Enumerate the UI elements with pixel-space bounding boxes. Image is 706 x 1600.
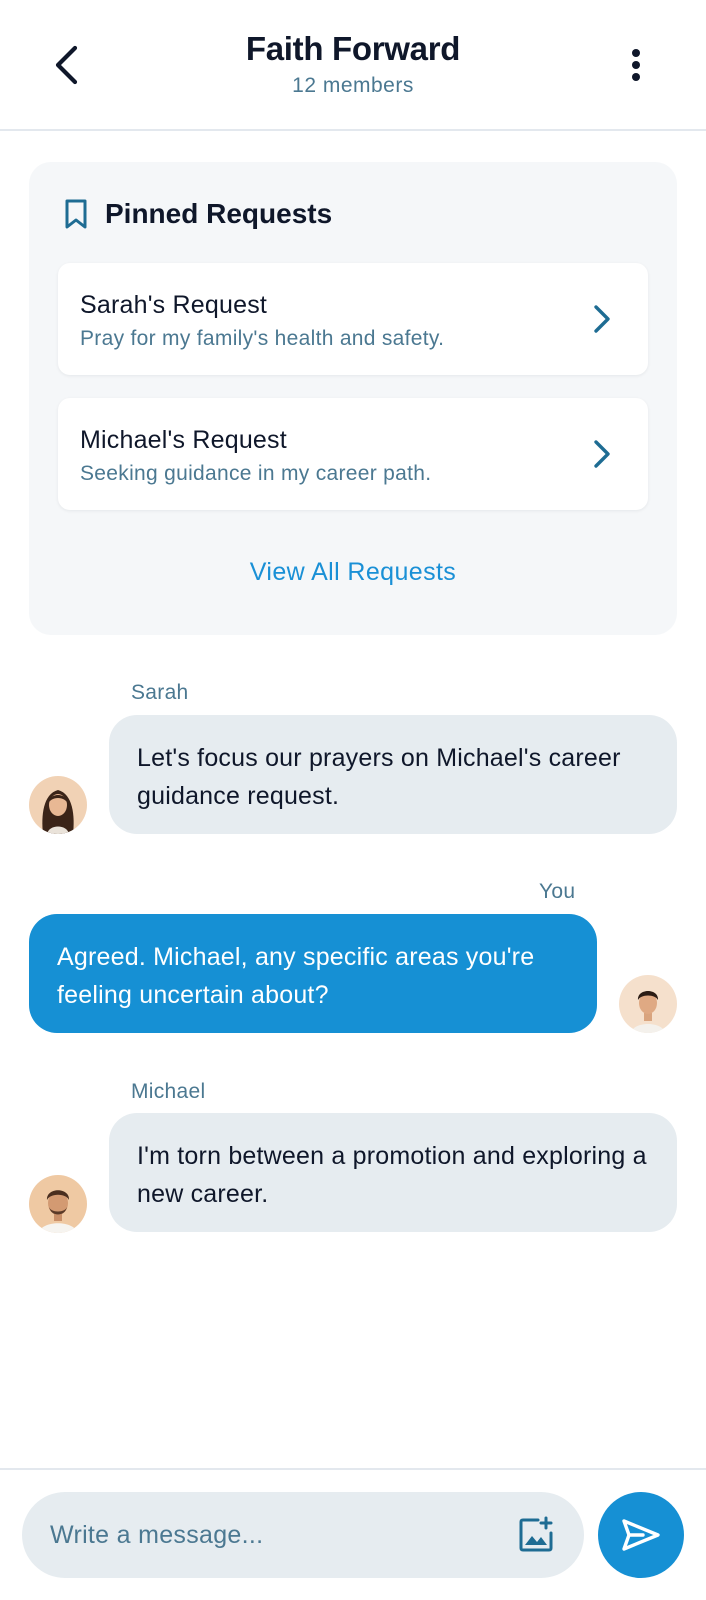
message-bubble-outgoing[interactable]: Agreed. Michael, any specific areas you'… (29, 914, 597, 1033)
group-title-block: Faith Forward 12 members (0, 30, 706, 98)
send-button[interactable] (598, 1492, 684, 1578)
add-image-icon[interactable] (516, 1515, 556, 1555)
more-vertical-icon (632, 49, 640, 81)
message-input[interactable] (50, 1492, 500, 1578)
member-count: 12 members (292, 74, 414, 97)
message-field[interactable] (22, 1492, 584, 1578)
message-sender: Michael (131, 1080, 206, 1103)
pinned-requests-title: Pinned Requests (105, 198, 333, 229)
user-avatar-image (619, 975, 677, 1033)
request-text: Seeking guidance in my career path. (80, 462, 432, 485)
bookmark-icon (65, 199, 87, 229)
avatar[interactable] (29, 1175, 87, 1233)
message-sender: You (539, 880, 576, 903)
message-bubble-incoming[interactable]: Let's focus our prayers on Michael's car… (109, 715, 677, 834)
message-composer (0, 1468, 706, 1600)
pinned-requests-card: Pinned Requests Sarah's Request Pray for… (29, 162, 677, 635)
send-icon (622, 1519, 660, 1551)
pinned-requests-header: Pinned Requests (63, 198, 332, 230)
view-all-requests-link[interactable]: View All Requests (29, 558, 677, 587)
request-text: Pray for my family's health and safety. (80, 327, 445, 350)
message-sender: Sarah (131, 681, 189, 704)
pinned-request-item[interactable]: Michael's Request Seeking guidance in my… (58, 398, 648, 510)
message-bubble-incoming[interactable]: I'm torn between a promotion and explori… (109, 1113, 677, 1232)
avatar[interactable] (619, 975, 677, 1033)
group-title: Faith Forward (245, 30, 461, 67)
request-title: Michael's Request (80, 426, 287, 454)
chat-header: Faith Forward 12 members (0, 0, 706, 131)
pinned-request-item[interactable]: Sarah's Request Pray for my family's hea… (58, 263, 648, 375)
chevron-right-icon (594, 440, 610, 468)
request-title: Sarah's Request (80, 291, 268, 319)
avatar[interactable] (29, 776, 87, 834)
chevron-right-icon (594, 305, 610, 333)
sarah-avatar-image (29, 776, 87, 834)
more-options-button[interactable] (616, 40, 656, 90)
michael-avatar-image (29, 1175, 87, 1233)
